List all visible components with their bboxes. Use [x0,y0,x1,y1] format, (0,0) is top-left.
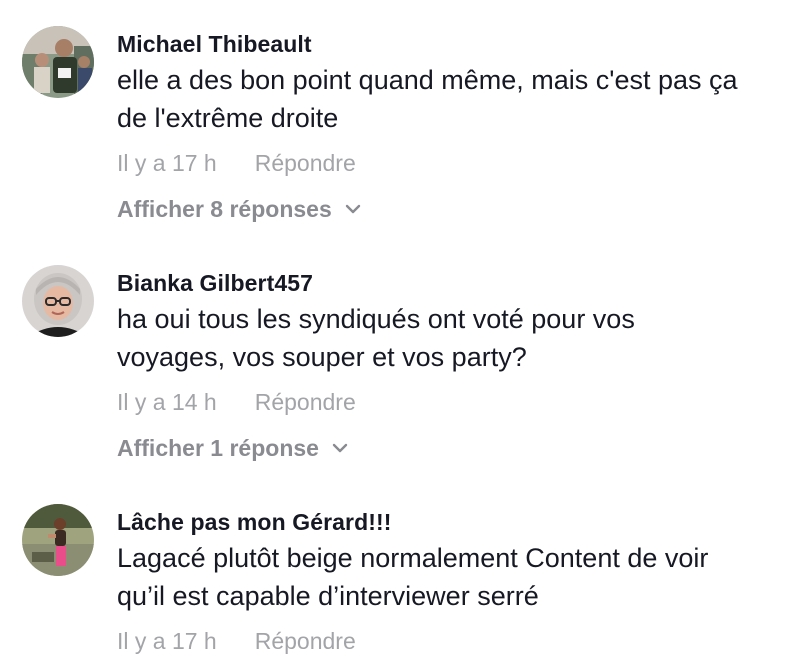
comment-text-line: qu’il est capable d’interviewer serré [117,581,539,611]
comment-text-line: de l'extrême droite [117,103,339,133]
comment-timestamp: Il y a 17 h [117,149,217,176]
reply-button[interactable]: Répondre [255,628,356,655]
avatar-woman-glasses-photo-icon [22,265,94,337]
comment-username[interactable]: Lâche pas mon Gérard!!! [117,508,812,536]
comment-timestamp: Il y a 14 h [117,388,217,415]
chevron-down-icon [331,439,349,457]
avatar[interactable] [22,26,94,98]
reply-button[interactable]: Répondre [255,150,356,177]
view-replies-button[interactable]: Afficher 8 réponses [117,193,812,225]
comment-text-line: voyages, vos souper et vos party? [117,342,527,372]
comment-username[interactable]: Michael Thibeault [117,30,812,58]
comment-timestamp: Il y a 17 h [117,627,217,654]
comment-text: ha oui tous les syndiqués ont voté pour … [117,300,807,376]
reply-button[interactable]: Répondre [255,389,356,416]
comment-text-line: Lagacé plutôt beige normalement Content … [117,543,709,573]
comment-text: elle a des bon point quand même, mais c'… [117,61,807,137]
comment-content: Michael Thibeault elle a des bon point q… [117,30,812,225]
comment-text-line: elle a des bon point quand même, mais c'… [117,65,738,95]
comment-meta: Il y a 17 h Répondre [117,147,812,179]
view-replies-label: Afficher 1 réponse [117,434,319,461]
comment-text: Lagacé plutôt beige normalement Content … [117,539,807,615]
comment-meta: Il y a 14 h Répondre [117,386,812,418]
avatar-runner-photo-icon [22,26,94,98]
view-replies-label: Afficher 8 réponses [117,195,332,222]
comment-meta: Il y a 17 h Répondre [117,625,812,657]
comment-content: Lâche pas mon Gérard!!! Lagacé plutôt be… [117,508,812,657]
comment-username[interactable]: Bianka Gilbert457 [117,269,812,297]
comment-text-line: ha oui tous les syndiqués ont voté pour … [117,304,635,334]
chevron-down-icon [344,200,362,218]
avatar-woman-outdoor-photo-icon [22,504,94,576]
view-replies-button[interactable]: Afficher 1 réponse [117,432,812,464]
avatar[interactable] [22,265,94,337]
comment-content: Bianka Gilbert457 ha oui tous les syndiq… [117,269,812,464]
avatar[interactable] [22,504,94,576]
